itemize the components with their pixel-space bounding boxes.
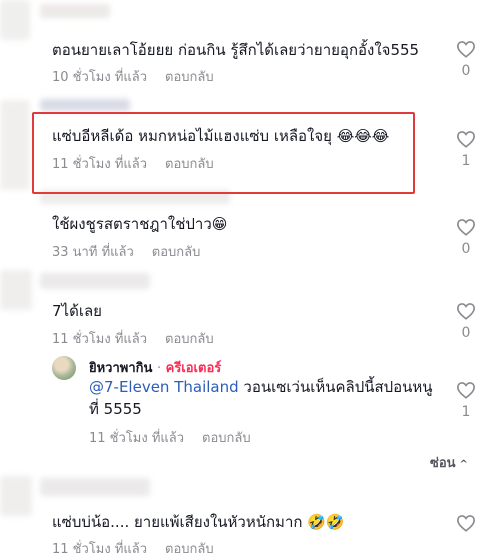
comment-time: 11 ชั่วโมง ที่แล้ว	[52, 332, 148, 347]
blurred-avatar	[0, 0, 30, 40]
hide-replies-button[interactable]: ซ่อน ^	[430, 452, 468, 473]
like-button[interactable]: 1	[454, 130, 478, 169]
comment-meta: 11 ชั่วโมง ที่แล้ว ตอบกลับ	[52, 538, 214, 559]
author-name[interactable]: ยิหวาพากิน	[89, 361, 152, 376]
heart-outline-icon	[456, 515, 476, 532]
creator-badge: ครีเอเตอร์	[165, 361, 222, 376]
hide-label: ซ่อน	[430, 456, 456, 471]
comment-meta: 11 ชั่วโมง ที่แล้ว ตอบกลับ	[52, 153, 214, 174]
blurred-username	[40, 99, 130, 111]
author-separator: ·	[156, 361, 162, 376]
comment-text: ใช้ผงชูรสตราชฎาใช่ปาว😁	[52, 215, 228, 233]
blurred-username	[40, 273, 150, 289]
comment-time: 10 ชั่วโมง ที่แล้ว	[52, 70, 148, 85]
blurred-avatar	[0, 270, 32, 310]
mention-link[interactable]: @7-Eleven Thailand	[89, 378, 239, 396]
like-button[interactable]: 0	[454, 218, 478, 257]
reply-author: ยิหวาพากิน · ครีเอเตอร์	[89, 357, 221, 378]
like-count: 1	[461, 153, 471, 169]
comment-text: แซ่บอีหลีเด้อ หมกหน่อไม้แฮงแซ่บ เหลือใจย…	[52, 127, 390, 145]
comment-meta: 33 นาที ที่แล้ว ตอบกลับ	[52, 241, 200, 262]
comment-time: 33 นาที ที่แล้ว	[52, 245, 134, 260]
heart-outline-icon	[456, 219, 476, 236]
comment-meta: 11 ชั่วโมง ที่แล้ว ตอบกลับ	[52, 328, 214, 349]
comment-meta: 11 ชั่วโมง ที่แล้ว ตอบกลับ	[89, 427, 251, 448]
like-count: 0	[461, 63, 471, 79]
blurred-username	[40, 478, 150, 496]
like-button[interactable]	[454, 514, 478, 532]
blurred-username	[40, 4, 110, 18]
reply-button[interactable]: ตอบกลับ	[152, 245, 201, 260]
blurred-avatar	[0, 476, 32, 516]
like-button[interactable]: 1	[454, 381, 478, 420]
comment-meta: 10 ชั่วโมง ที่แล้ว ตอบกลับ	[52, 66, 214, 87]
comment-text: 7ได้เลย	[52, 302, 102, 320]
heart-outline-icon	[456, 131, 476, 148]
reply-text: @7-Eleven Thailand วอนเซเว่นเห็นคลิปนี้ส…	[89, 377, 433, 397]
like-button[interactable]: 0	[454, 40, 478, 79]
reply-text-line1: วอนเซเว่นเห็นคลิปนี้สปอนหนู	[238, 378, 433, 396]
reply-button[interactable]: ตอบกลับ	[202, 431, 251, 446]
like-count: 1	[461, 404, 471, 420]
reply-button[interactable]: ตอบกลับ	[165, 332, 214, 347]
reply-button[interactable]: ตอบกลับ	[165, 70, 214, 85]
comment-text: ตอนยายเลาโอ้ยยย ก่อนกิน รู้สึกได้เลยว่าย…	[52, 41, 420, 59]
chevron-up-icon: ^	[459, 459, 468, 470]
heart-outline-icon	[456, 41, 476, 58]
heart-outline-icon	[456, 382, 476, 399]
comment-time: 11 ชั่วโมง ที่แล้ว	[89, 431, 185, 446]
reply-button[interactable]: ตอบกลับ	[165, 157, 214, 172]
like-count: 0	[461, 241, 471, 257]
blurred-avatar	[0, 100, 30, 190]
heart-outline-icon	[456, 303, 476, 320]
avatar[interactable]	[52, 356, 76, 380]
comment-text: แซ่บบ่น้อ.... ยายแพ้เสียงในหัวหนักมาก 🤣🤣	[52, 513, 345, 531]
reply-text-line2: ที่ 5555	[89, 400, 142, 418]
comment-time: 11 ชั่วโมง ที่แล้ว	[52, 157, 148, 172]
like-count: 0	[461, 325, 471, 341]
like-button[interactable]: 0	[454, 302, 478, 341]
